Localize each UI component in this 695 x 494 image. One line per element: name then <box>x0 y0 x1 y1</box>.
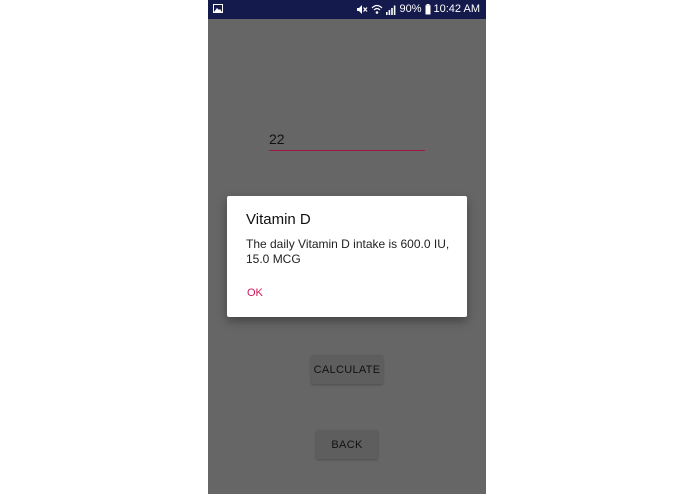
calculate-button[interactable]: CALCULATE <box>311 355 383 384</box>
signal-icon <box>386 5 396 15</box>
dialog-title: Vitamin D <box>246 211 311 228</box>
dialog-message: The daily Vitamin D intake is 600.0 IU, … <box>246 237 450 266</box>
mute-icon <box>357 5 368 14</box>
battery-percent: 90% <box>399 3 422 15</box>
gallery-icon <box>213 4 223 13</box>
battery-icon <box>425 4 431 15</box>
back-button[interactable]: BACK <box>316 430 378 459</box>
result-dialog: Vitamin D The daily Vitamin D intake is … <box>227 196 467 317</box>
status-icons: 90% 10:42 AM <box>356 2 480 17</box>
clock: 10:42 AM <box>433 3 480 15</box>
ok-button[interactable]: OK <box>247 287 263 299</box>
status-bar: 90% 10:42 AM <box>208 0 486 19</box>
age-input[interactable] <box>269 129 425 151</box>
wifi-icon <box>372 4 383 14</box>
